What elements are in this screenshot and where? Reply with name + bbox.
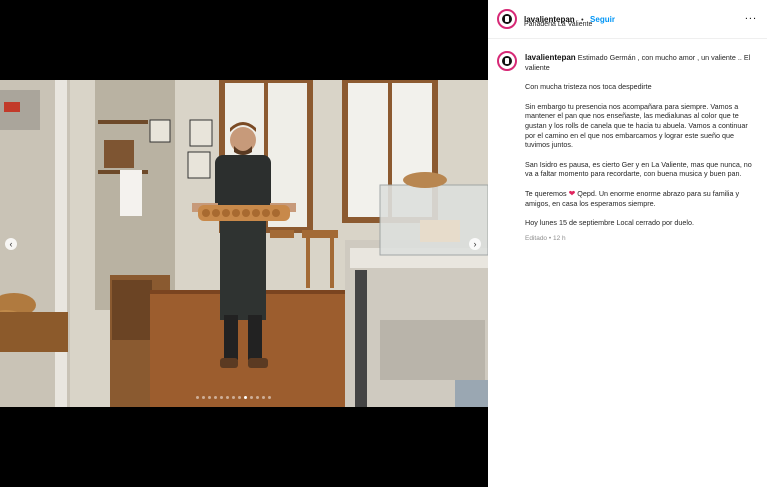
chevron-left-icon: ‹	[9, 239, 13, 249]
post-meta: Editado • 12 h	[525, 234, 757, 244]
carousel-next-button[interactable]: ›	[469, 238, 481, 250]
carousel-dot	[256, 396, 259, 399]
carousel-dot	[196, 396, 199, 399]
heart-icon: ❤	[568, 188, 576, 198]
avatar[interactable]	[497, 9, 517, 29]
post-detail-panel: lavalientepan • Seguir Panaderia La Vali…	[488, 0, 767, 487]
carousel-dot	[238, 396, 241, 399]
carousel-dot	[232, 396, 235, 399]
edited-label: Editado	[525, 234, 548, 242]
carousel-dot	[250, 396, 253, 399]
more-options-icon[interactable]: ...	[745, 10, 757, 22]
media-area: ‹ ›	[0, 0, 488, 487]
caption-paragraph-4-start: Te queremos	[525, 188, 567, 198]
follow-button[interactable]: Seguir	[590, 15, 615, 24]
timestamp[interactable]: 12 h	[553, 235, 566, 242]
caption-paragraph-5: Hoy lunes 15 de septiembre Local cerrado…	[525, 218, 695, 228]
carousel-dot	[208, 396, 211, 399]
carousel-dot	[244, 396, 247, 399]
meta-separator: •	[548, 234, 552, 242]
caption-paragraph-2: Sin embargo tu presencia nos acompañara …	[525, 101, 748, 150]
location-link[interactable]: Panaderia La Valiente	[524, 21, 592, 28]
post-caption: lavalientepan Estimado Germán , con much…	[525, 53, 757, 243]
carousel-dot	[214, 396, 217, 399]
caption-avatar[interactable]	[497, 51, 517, 71]
carousel-dot	[220, 396, 223, 399]
bakery-photo	[0, 80, 488, 407]
chevron-right-icon: ›	[473, 239, 477, 249]
caption-paragraph-3: San Isidro es pausa, es cierto Ger y en …	[525, 159, 752, 179]
carousel-dot	[202, 396, 205, 399]
post-header: lavalientepan • Seguir Panaderia La Vali…	[488, 0, 767, 39]
carousel-dot	[262, 396, 265, 399]
caption-username-link[interactable]: lavalientepan	[525, 53, 576, 62]
carousel-dot	[226, 396, 229, 399]
caption-paragraph-1: Con mucha tristeza nos toca despedirte	[525, 82, 652, 92]
carousel-dot	[268, 396, 271, 399]
carousel-prev-button[interactable]: ‹	[5, 238, 17, 250]
carousel-dots	[196, 396, 271, 399]
post-photo[interactable]	[0, 80, 488, 407]
